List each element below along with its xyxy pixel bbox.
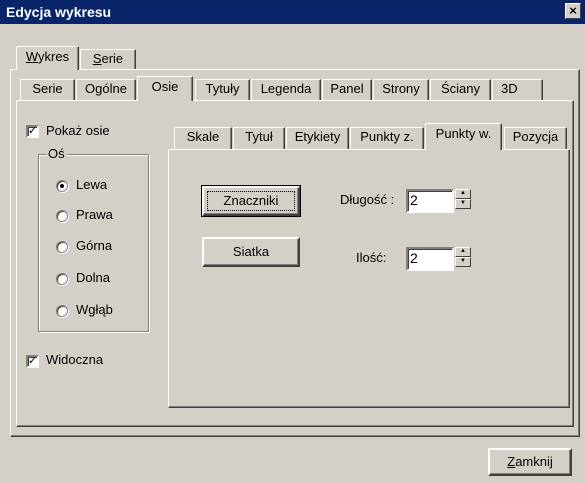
close-button[interactable]: Zamknij (488, 448, 572, 476)
axis-group-title: Oś (46, 146, 67, 161)
spin-down-icon[interactable]: ▼ (455, 199, 471, 209)
tab-pozycja[interactable]: Pozycja (504, 127, 567, 149)
radio-dolna[interactable] (56, 273, 68, 285)
tab-tytuly[interactable]: Tytuły (195, 79, 250, 100)
tab-etykiety[interactable]: Etykiety (286, 127, 349, 149)
radio-dolna-label: Dolna (76, 270, 110, 285)
tab-wykres[interactable]: Wykres (16, 46, 79, 70)
tab-strony[interactable]: Strony (373, 79, 429, 100)
visible-checkbox[interactable]: ✓ (26, 355, 39, 368)
tab-serie-top[interactable]: Serie (80, 49, 136, 70)
spin-up-icon[interactable]: ▲ (455, 247, 471, 257)
tab-serie[interactable]: Serie (20, 79, 75, 100)
count-field[interactable]: 2 (406, 247, 454, 271)
length-field[interactable]: 2 (406, 189, 454, 213)
tab-osie[interactable]: Osie (137, 76, 193, 101)
tab-legenda[interactable]: Legenda (251, 79, 321, 100)
length-label: Długość : (340, 192, 395, 207)
grid-button[interactable]: Siatka (202, 237, 300, 267)
visible-label: Widoczna (46, 352, 104, 367)
radio-wglab[interactable] (56, 305, 68, 317)
close-mnemonic: Z (507, 454, 516, 469)
tab-wykres-mnemonic: W (25, 49, 39, 64)
count-label: Ilość: (356, 250, 387, 265)
tab-ogolne[interactable]: Ogólne (76, 79, 136, 100)
radio-lewa[interactable] (56, 180, 68, 192)
radio-prawa-label: Prawa (76, 207, 113, 222)
focus-rect (207, 191, 295, 211)
tab-punkty-z[interactable]: Punkty z. (350, 127, 424, 149)
tab-punkty-w[interactable]: Punkty w. (425, 123, 502, 150)
tab-wykres-label: ykres (38, 49, 70, 64)
radio-gorna-label: Górna (76, 238, 113, 253)
count-spinner[interactable]: ▲ ▼ (455, 247, 471, 267)
close-icon[interactable]: × (565, 3, 581, 19)
spin-down-icon[interactable]: ▼ (455, 257, 471, 267)
tab-panel[interactable]: Panel (322, 79, 372, 100)
title-bar: Edycja wykresu × (0, 0, 585, 24)
window-title: Edycja wykresu (6, 4, 112, 20)
length-spinner[interactable]: ▲ ▼ (455, 189, 471, 209)
show-axes-label: Pokaż osie (46, 123, 110, 138)
tab-tytul[interactable]: Tytuł (233, 127, 285, 149)
radio-lewa-label: Lewa (76, 177, 108, 192)
tab-serie-top-label: erie (101, 51, 124, 66)
radio-gorna[interactable] (56, 241, 68, 253)
markers-button[interactable]: Znaczniki (201, 185, 301, 217)
radio-wglab-label: Wgłąb (76, 302, 113, 317)
spin-up-icon[interactable]: ▲ (455, 189, 471, 199)
radio-prawa[interactable] (56, 210, 68, 222)
close-label: amknij (515, 454, 553, 469)
tab-3d[interactable]: 3D (492, 79, 543, 100)
tab-skale[interactable]: Skale (174, 127, 232, 149)
show-axes-checkbox[interactable]: ✓ (26, 125, 39, 138)
tab-sciany[interactable]: Ściany (430, 79, 491, 100)
